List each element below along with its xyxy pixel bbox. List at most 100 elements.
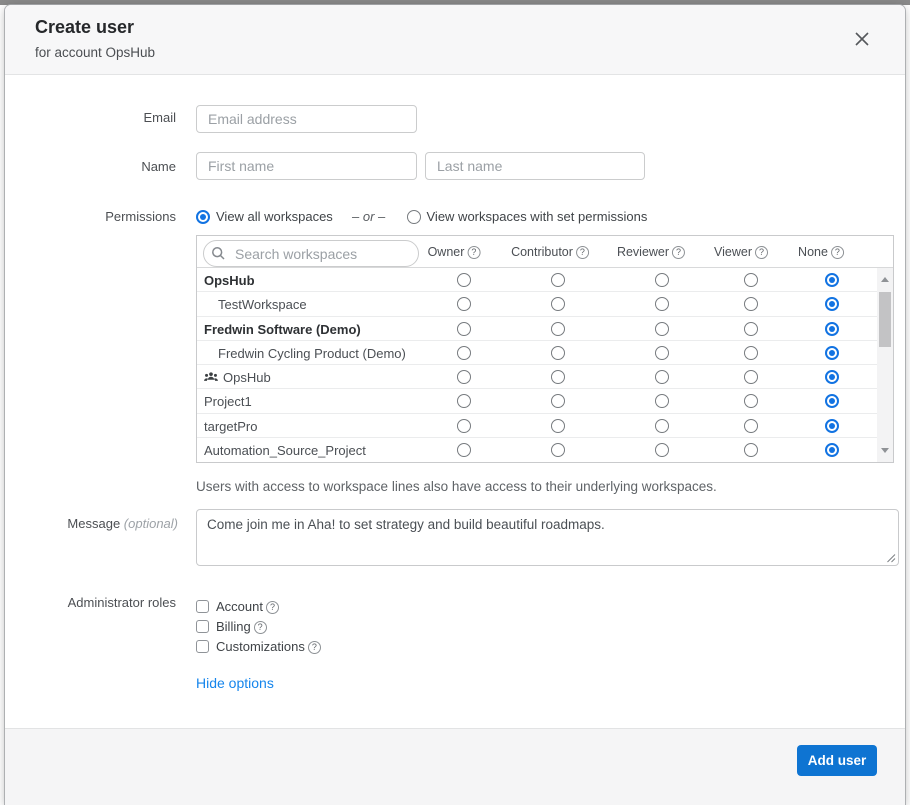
help-icon[interactable]: ? [672,246,685,259]
permission-radio-none[interactable] [825,443,839,457]
close-icon [853,30,871,48]
message-label-text: Message [67,516,120,531]
permission-radio-contributor[interactable] [551,419,565,433]
permission-radio-owner[interactable] [457,443,471,457]
permission-radio-contributor[interactable] [551,370,565,384]
workspace-row: targetPro [197,414,877,438]
message-optional-text: (optional) [124,516,178,531]
permission-radio-none[interactable] [825,273,839,287]
help-icon[interactable]: ? [467,246,480,259]
modal-subtitle: for account OpsHub [35,45,155,60]
permission-radio-contributor[interactable] [551,297,565,311]
workspace-name: Fredwin Software (Demo) [204,322,361,337]
workspace-name: targetPro [204,419,257,434]
close-button[interactable] [853,30,873,50]
permission-radio-reviewer[interactable] [655,297,669,311]
workspace-row: OpsHub [197,365,877,389]
permission-radio-reviewer[interactable] [655,273,669,287]
last-name-field[interactable] [425,152,645,180]
help-icon[interactable]: ? [576,246,589,259]
table-scrollbar[interactable] [877,268,893,462]
column-header-reviewer: Reviewer? [617,245,685,259]
workspace-name: Project1 [204,394,252,409]
view-set-permissions-label: View workspaces with set permissions [427,209,648,225]
workspace-row: Fredwin Cycling Product (Demo) [197,341,877,365]
permission-radio-owner[interactable] [457,322,471,336]
help-icon[interactable]: ? [266,601,279,614]
permission-radio-reviewer[interactable] [655,419,669,433]
help-icon[interactable]: ? [755,246,768,259]
permission-radio-reviewer[interactable] [655,370,669,384]
workspace-row: Fredwin Software (Demo) [197,317,877,341]
help-icon[interactable]: ? [308,641,321,654]
account-checkbox-label: Account? [216,600,279,614]
message-textarea[interactable]: Come join me in Aha! to set strategy and… [196,509,899,566]
workspace-name: OpsHub [204,370,271,385]
permission-radio-owner[interactable] [457,346,471,360]
workspace-name: Automation_Source_Project [204,443,366,458]
permission-radio-owner[interactable] [457,394,471,408]
permission-radio-contributor[interactable] [551,394,565,408]
account-checkbox[interactable] [196,600,209,613]
name-label: Name [5,159,176,175]
help-icon[interactable]: ? [831,246,844,259]
customizations-checkbox-label: Customizations? [216,640,321,654]
permission-radio-contributor[interactable] [551,322,565,336]
first-name-field[interactable] [196,152,417,180]
message-text: Come join me in Aha! to set strategy and… [207,516,888,533]
scroll-down-icon[interactable] [881,448,889,453]
modal-header: Create user for account OpsHub [5,5,905,75]
permission-radio-owner[interactable] [457,273,471,287]
admin-roles-label: Administrator roles [5,595,176,611]
help-icon[interactable]: ? [254,621,267,634]
view-all-workspaces-label: View all workspaces [216,209,333,225]
billing-checkbox[interactable] [196,620,209,633]
permission-radio-contributor[interactable] [551,443,565,457]
permission-radio-viewer[interactable] [744,443,758,457]
permission-radio-none[interactable] [825,419,839,433]
permission-radio-none[interactable] [825,370,839,384]
permission-radio-none[interactable] [825,322,839,336]
email-label: Email [5,110,176,126]
column-header-viewer: Viewer? [714,245,768,259]
scrollbar-thumb[interactable] [879,292,891,347]
permission-radio-owner[interactable] [457,419,471,433]
permission-radio-reviewer[interactable] [655,322,669,336]
permission-radio-contributor[interactable] [551,346,565,360]
permission-radio-reviewer[interactable] [655,394,669,408]
permission-radio-viewer[interactable] [744,394,758,408]
permission-radio-viewer[interactable] [744,419,758,433]
permission-radio-viewer[interactable] [744,273,758,287]
hide-options-link[interactable]: Hide options [196,675,274,691]
billing-checkbox-label: Billing? [216,620,267,634]
permission-radio-none[interactable] [825,346,839,360]
permission-radio-none[interactable] [825,297,839,311]
create-user-modal: Create user for account OpsHub Email Nam… [5,5,905,805]
email-field[interactable] [196,105,417,133]
add-user-button[interactable]: Add user [797,745,877,776]
permission-radio-owner[interactable] [457,370,471,384]
message-label: Message (optional) [5,516,178,532]
permission-radio-viewer[interactable] [744,322,758,336]
customizations-checkbox[interactable] [196,640,209,653]
permission-radio-viewer[interactable] [744,297,758,311]
modal-footer: Add user [5,728,905,805]
workspace-permissions-table: Owner?Contributor?Reviewer?Viewer?None? … [196,235,894,463]
permission-radio-reviewer[interactable] [655,346,669,360]
permission-radio-contributor[interactable] [551,273,565,287]
modal-title: Create user [35,17,134,38]
workspace-name: Fredwin Cycling Product (Demo) [218,346,406,361]
scroll-up-icon[interactable] [881,277,889,282]
permission-radio-viewer[interactable] [744,370,758,384]
search-workspaces-input[interactable] [203,240,419,267]
workspace-line-icon [204,371,218,384]
permission-radio-reviewer[interactable] [655,443,669,457]
permission-radio-owner[interactable] [457,297,471,311]
permission-radio-none[interactable] [825,394,839,408]
resize-handle-icon[interactable] [885,552,896,563]
column-header-none: None? [798,245,844,259]
column-header-contributor: Contributor? [511,245,589,259]
view-set-permissions-radio[interactable] [407,210,421,224]
view-all-workspaces-radio[interactable] [196,210,210,224]
permission-radio-viewer[interactable] [744,346,758,360]
